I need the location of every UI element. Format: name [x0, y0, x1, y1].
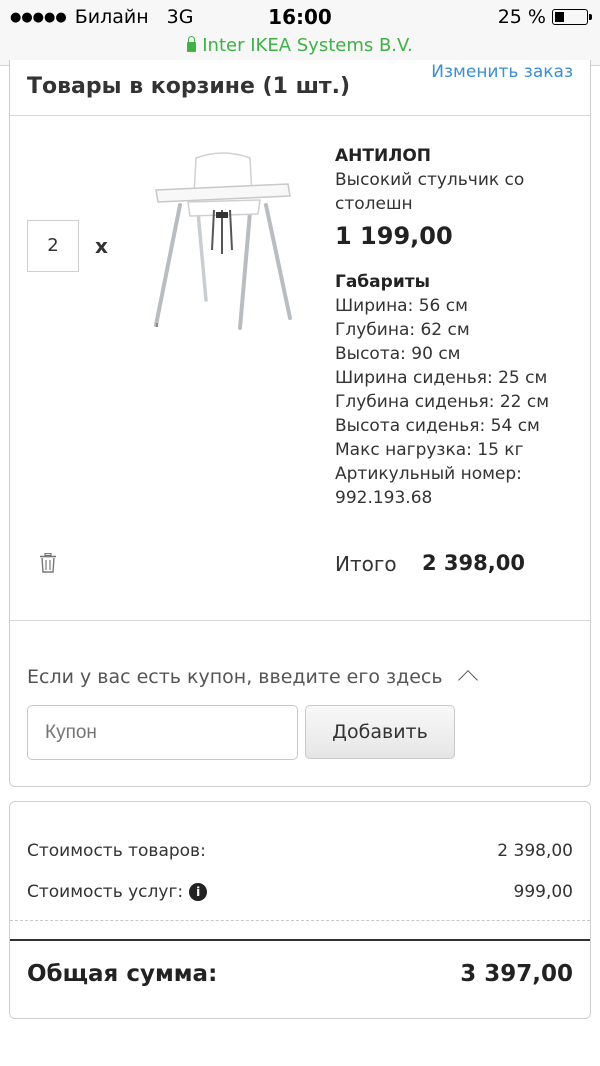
status-bar: ●●●●● Билайн 3G 16:00 25 % Inter IKEA Sy…: [0, 0, 600, 66]
multiply-sign: x: [95, 234, 108, 258]
cart-title: Товары в корзине (1 шт.): [27, 74, 351, 99]
summary-card: Стоимость товаров: 2 398,00 Стоимость ус…: [9, 801, 591, 1019]
coupon-divider: [10, 620, 590, 621]
dimension-width: Ширина: 56 см: [335, 296, 468, 316]
product-name[interactable]: АНТИЛОП: [335, 144, 585, 168]
product-image[interactable]: [148, 150, 298, 335]
battery-percent: 25 %: [497, 6, 546, 28]
trash-icon[interactable]: [39, 553, 57, 573]
dimensions-title: Габариты: [335, 272, 430, 292]
product-info: АНТИЛОП Высокий стульчик со столешн 1 19…: [335, 144, 585, 510]
product-price: 1 199,00: [335, 222, 453, 250]
dimension-seat-depth: Глубина сиденья: 22 см: [335, 392, 550, 412]
battery-level: [555, 12, 564, 22]
battery-icon: [552, 9, 592, 25]
article-number: Артикульный номер: 992.193.68: [335, 464, 522, 508]
info-icon[interactable]: i: [189, 883, 208, 901]
dimension-seat-height: Высота сиденья: 54 см: [335, 416, 540, 436]
add-coupon-button[interactable]: Добавить: [305, 705, 455, 759]
goods-cost-label: Стоимость товаров:: [27, 841, 206, 861]
services-cost-value: 999,00: [513, 882, 573, 902]
dimension-seat-width: Ширина сиденья: 25 см: [335, 368, 548, 388]
coupon-prompt-text: Если у вас есть купон, введите его здесь: [27, 666, 443, 688]
grand-total-value: 3 397,00: [460, 961, 573, 987]
chevron-up-icon: [457, 670, 478, 690]
goods-cost-value: 2 398,00: [497, 841, 573, 861]
total-divider: [10, 939, 590, 941]
status-right: 25 %: [497, 6, 592, 28]
grand-total-row: Общая сумма: 3 397,00: [27, 961, 573, 987]
services-cost-row: Стоимость услуг: i 999,00: [27, 882, 573, 902]
dimension-max-load: Макс нагрузка: 15 кг: [335, 440, 524, 460]
product-description: Высокий стульчик со столешн: [335, 170, 525, 214]
cart-header: Товары в корзине (1 шт.) Изменить заказ: [10, 60, 590, 116]
grand-total-label: Общая сумма:: [27, 961, 218, 987]
services-cost-label: Стоимость услуг:: [27, 882, 184, 902]
coupon-toggle[interactable]: Если у вас есть купон, введите его здесь: [27, 666, 478, 690]
item-total-label: Итого: [335, 552, 397, 576]
coupon-input[interactable]: [27, 705, 298, 760]
quantity-input[interactable]: 2: [27, 220, 79, 272]
goods-cost-row: Стоимость товаров: 2 398,00: [27, 841, 573, 861]
site-name: Inter IKEA Systems B.V.: [202, 35, 413, 56]
dashed-divider: [10, 920, 590, 921]
item-total-value: 2 398,00: [422, 551, 525, 575]
dimension-depth: Глубина: 62 см: [335, 320, 470, 340]
url-bar[interactable]: Inter IKEA Systems B.V.: [0, 35, 600, 56]
lock-icon: [187, 36, 197, 52]
cart-card: Товары в корзине (1 шт.) Изменить заказ …: [9, 60, 591, 787]
change-order-link[interactable]: Изменить заказ: [431, 62, 573, 82]
dimension-height: Высота: 90 см: [335, 344, 461, 364]
